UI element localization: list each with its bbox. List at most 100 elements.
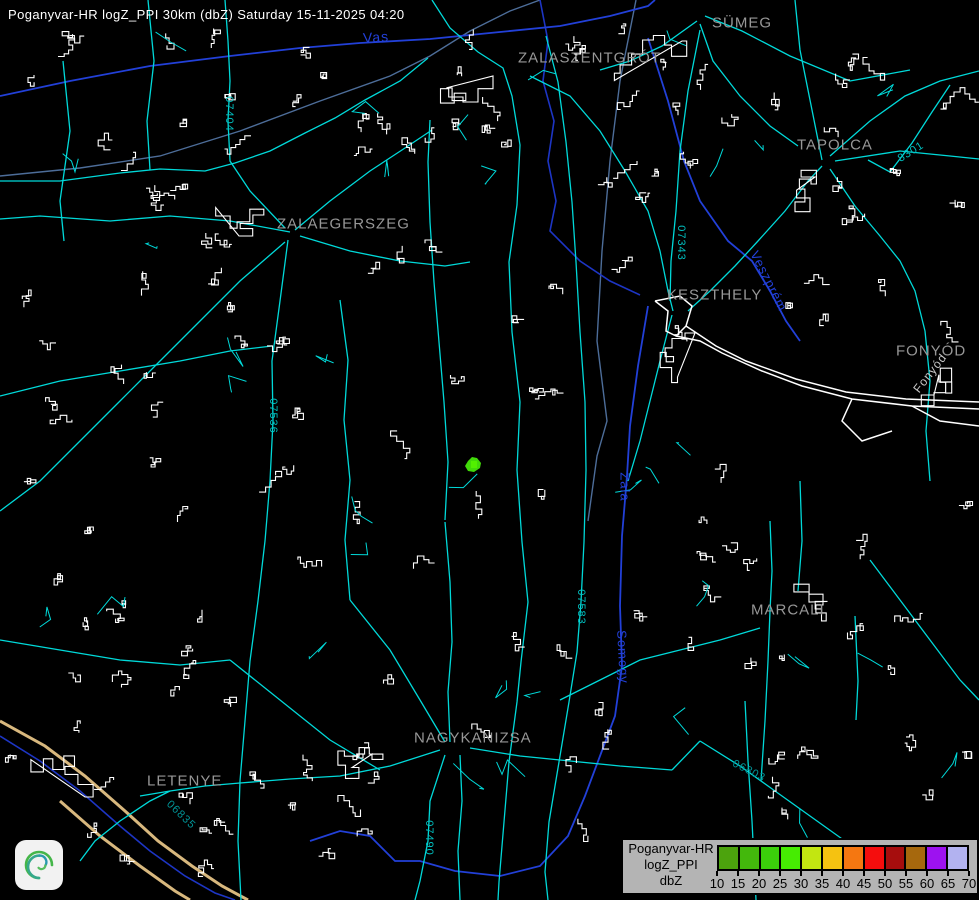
settlement-outline	[895, 613, 923, 622]
lake-shore-line	[655, 296, 692, 336]
road-line	[458, 755, 462, 900]
settlement-outline	[22, 290, 31, 307]
settlement-outline	[170, 184, 187, 190]
road-line	[60, 61, 70, 241]
dbz-scale-cell	[906, 847, 927, 869]
road-line	[140, 750, 440, 796]
settlement-outline	[959, 502, 973, 509]
settlement-outline	[697, 64, 708, 89]
road-spur-line	[674, 708, 689, 735]
settlement-outline	[795, 170, 816, 211]
road-spur-line	[858, 653, 883, 667]
settlement-outline	[112, 671, 131, 687]
dbz-scale-cell	[948, 847, 967, 869]
settlement-outline	[28, 75, 34, 86]
settlement-outline	[111, 365, 124, 384]
settlement-outline	[824, 127, 838, 137]
scale-tick-value: 15	[731, 876, 745, 891]
settlement-outline	[451, 375, 465, 384]
scale-tick-value: 10	[710, 876, 724, 891]
settlement-outline	[214, 819, 233, 835]
settlement-outline	[178, 507, 188, 523]
settlement-outline	[98, 133, 112, 150]
road-spur-line	[615, 480, 641, 492]
scale-tick-value: 50	[878, 876, 892, 891]
settlement-outline	[950, 88, 979, 103]
settlement-outline	[301, 47, 311, 58]
scale-tick-value: 70	[962, 876, 976, 891]
settlement-outline	[807, 750, 818, 759]
radar-viewport: ZALASZENTGRÓTSÜMEGTAPOLCAZALAEGERSZEGKES…	[0, 0, 979, 900]
road-line	[428, 120, 448, 520]
settlement-outline	[549, 284, 563, 294]
scale-tick-value: 60	[920, 876, 934, 891]
settlement-outline	[288, 803, 296, 810]
dbz-color-scale	[717, 845, 969, 871]
settlement-outline	[441, 76, 494, 103]
settlement-outline	[283, 465, 294, 474]
settlement-outline	[673, 103, 680, 115]
road-spur-line	[229, 376, 247, 393]
radar-echo-core	[471, 461, 477, 468]
road-line	[761, 521, 772, 781]
settlement-outline	[198, 610, 202, 622]
settlement-outline	[538, 490, 545, 500]
settlement-outline	[151, 193, 175, 200]
road-spur-line	[710, 149, 723, 177]
road-spur-line	[385, 160, 389, 177]
settlement-outline	[225, 94, 235, 100]
scale-tick-value: 45	[857, 876, 871, 891]
road-spur-line	[497, 760, 526, 777]
road-line	[445, 522, 452, 742]
road-line	[835, 151, 979, 161]
radar-map	[0, 0, 979, 900]
road-line	[798, 481, 802, 591]
settlement-outline	[772, 93, 780, 110]
road-line	[432, 0, 528, 900]
settlement-outline	[62, 32, 84, 43]
settlement-outline	[722, 114, 738, 126]
settlement-outline	[565, 36, 580, 50]
lake-shore-line	[842, 399, 892, 441]
road-spur-line	[697, 581, 709, 606]
settlement-outline	[744, 558, 757, 570]
settlement-outline	[578, 819, 588, 842]
settlement-outline	[293, 95, 301, 107]
scale-tick-value: 35	[815, 876, 829, 891]
settlement-outline	[358, 114, 369, 133]
settlement-outline	[688, 160, 698, 166]
settlement-outline	[661, 59, 667, 70]
scale-tick-value: 30	[794, 876, 808, 891]
road-line	[147, 0, 154, 170]
road-line	[0, 242, 285, 511]
settlement-outline	[74, 721, 80, 733]
settlement-outline	[319, 849, 335, 859]
settlement-outline	[652, 169, 659, 176]
scale-tick-value: 25	[773, 876, 787, 891]
road-line	[672, 741, 700, 770]
settlement-outline	[179, 793, 192, 805]
dbz-scale-cell	[719, 847, 740, 869]
settlement-outline	[856, 534, 867, 559]
road-spur-line	[667, 31, 686, 46]
road-spur-line	[97, 597, 125, 615]
settlement-outline	[786, 303, 793, 309]
settlement-outline	[722, 543, 738, 553]
provider-logo	[15, 840, 63, 890]
settlement-outline	[574, 46, 586, 61]
settlement-outline	[780, 655, 785, 661]
dbz-scale-cell	[802, 847, 823, 869]
road-spur-line	[40, 607, 51, 627]
dbz-scale-ticks: 10152025303540455055606570	[623, 871, 977, 893]
settlement-outline	[699, 517, 707, 524]
settlement-outline	[235, 336, 248, 348]
dbz-scale-cell	[823, 847, 844, 869]
settlement-outline	[107, 609, 124, 622]
settlement-outline	[482, 125, 495, 133]
road-line	[545, 36, 586, 900]
settlement-outline	[804, 275, 830, 285]
settlement-outline	[298, 557, 322, 567]
settlement-outline	[472, 724, 490, 737]
settlement-outline	[794, 584, 828, 621]
road-spur-line	[646, 467, 659, 483]
